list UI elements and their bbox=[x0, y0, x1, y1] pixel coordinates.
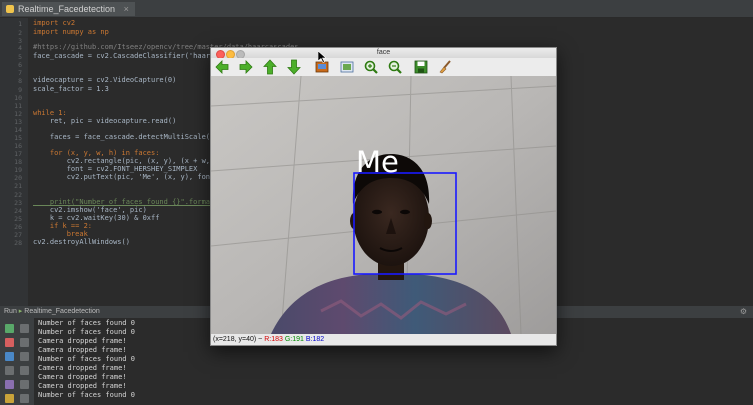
line-number: 24 bbox=[14, 207, 22, 215]
line-number: 22 bbox=[14, 191, 22, 199]
run-toolbar bbox=[0, 318, 34, 405]
code-line-12: while 1: bbox=[33, 109, 67, 117]
code-line-24: cv2.imshow('face', pic) bbox=[33, 206, 147, 214]
console-line: Camera dropped frame! bbox=[38, 337, 127, 345]
close-tab-icon[interactable]: × bbox=[124, 4, 129, 14]
code-line-1: import cv2 bbox=[33, 19, 76, 27]
console-line: Camera dropped frame! bbox=[38, 373, 127, 381]
scroll-up-icon[interactable] bbox=[20, 324, 29, 333]
layout-icon[interactable] bbox=[5, 366, 14, 375]
camera-feed[interactable]: Me bbox=[211, 76, 556, 334]
code-line-26: if k == 2: bbox=[33, 222, 93, 230]
close-panel-icon[interactable] bbox=[20, 394, 29, 403]
gear-icon[interactable]: ⚙ bbox=[740, 306, 747, 318]
stop-icon[interactable] bbox=[5, 338, 14, 347]
brush-icon[interactable] bbox=[437, 59, 453, 75]
status-coords: (x=218, y=40) ~ bbox=[213, 336, 263, 343]
properties-icon[interactable] bbox=[339, 59, 355, 75]
code-line-25: k = cv2.waitKey(30) & 0xff bbox=[33, 214, 160, 222]
zoom-in-icon[interactable] bbox=[363, 59, 379, 75]
console-line: Number of faces found 0 bbox=[38, 355, 135, 363]
rerun-icon[interactable] bbox=[5, 324, 14, 333]
print-icon[interactable] bbox=[20, 366, 29, 375]
code-line-19: font = cv2.FONT_HERSHEY_SIMPLEX bbox=[33, 165, 198, 173]
line-number: 21 bbox=[14, 182, 22, 190]
line-number: 13 bbox=[14, 118, 22, 126]
image-toolbar bbox=[211, 58, 556, 76]
line-number: 18 bbox=[14, 158, 22, 166]
code-line-17: for (x, y, w, h) in faces: bbox=[33, 149, 160, 157]
editor-tab[interactable]: Realtime_Facedetection × bbox=[2, 2, 135, 16]
arrow-left-icon[interactable] bbox=[214, 59, 230, 75]
soft-wrap-icon[interactable] bbox=[20, 352, 29, 361]
arrow-right-icon[interactable] bbox=[238, 59, 254, 75]
status-blue: B:182 bbox=[305, 336, 325, 343]
arrow-down-icon[interactable] bbox=[286, 59, 302, 75]
code-line-28: cv2.destroyAllWindows() bbox=[33, 238, 130, 246]
scroll-down-icon[interactable] bbox=[20, 338, 29, 347]
console-line: Camera dropped frame! bbox=[38, 364, 127, 372]
line-number: 8 bbox=[18, 77, 22, 85]
line-number: 27 bbox=[14, 231, 22, 239]
status-red: R:183 bbox=[264, 336, 283, 343]
code-line-27: break bbox=[33, 230, 88, 238]
save-icon[interactable] bbox=[413, 59, 429, 75]
settings-icon[interactable] bbox=[5, 380, 14, 389]
face-window[interactable]: face Me (x=218, y=40) ~ R:183 G:191 B:18… bbox=[210, 47, 557, 346]
line-number: 11 bbox=[14, 102, 22, 110]
face-label: Me bbox=[356, 145, 399, 179]
webcam-frame-image: Me bbox=[211, 76, 556, 334]
line-number: 9 bbox=[18, 86, 22, 94]
status-green: G:191 bbox=[284, 336, 304, 343]
run-config-icon: ▸ bbox=[18, 308, 23, 315]
line-number: 14 bbox=[14, 126, 22, 134]
window-titlebar[interactable]: face bbox=[211, 48, 556, 59]
line-number: 23 bbox=[14, 199, 22, 207]
console-line: Number of faces found 0 bbox=[38, 391, 135, 399]
run-label: Run bbox=[4, 308, 17, 315]
code-line-13: ret, pic = videocapture.read() bbox=[33, 117, 177, 125]
image-status-bar: (x=218, y=40) ~ R:183 G:191 B:182 bbox=[211, 334, 556, 345]
line-number: 19 bbox=[14, 166, 22, 174]
line-number: 25 bbox=[14, 215, 22, 223]
pause-icon[interactable] bbox=[5, 352, 14, 361]
arrow-up-icon[interactable] bbox=[262, 59, 278, 75]
line-number: 17 bbox=[14, 150, 22, 158]
editor-tab-label: Realtime_Facedetection bbox=[18, 4, 116, 14]
window-title: face bbox=[376, 49, 391, 56]
run-config-name: Realtime_Facedetection bbox=[24, 308, 100, 315]
line-number: 20 bbox=[14, 174, 22, 182]
console-line: Number of faces found 0 bbox=[38, 319, 135, 327]
line-number: 28 bbox=[14, 239, 22, 247]
editor-tab-bar: Realtime_Facedetection × bbox=[0, 0, 753, 18]
line-number: 10 bbox=[14, 94, 22, 102]
line-number: 15 bbox=[14, 134, 22, 142]
pin-icon[interactable] bbox=[5, 394, 14, 403]
line-number: 5 bbox=[18, 53, 22, 61]
line-number: 1 bbox=[18, 20, 22, 28]
code-line-2: import numpy as np bbox=[33, 28, 109, 36]
line-number: 2 bbox=[18, 29, 22, 37]
line-number: 7 bbox=[18, 69, 22, 77]
trash-icon[interactable] bbox=[20, 380, 29, 389]
run-panel-title[interactable]: Run ▸ Realtime_Facedetection bbox=[4, 306, 100, 318]
line-number: 4 bbox=[18, 44, 22, 52]
code-line-9: scale_factor = 1.3 bbox=[33, 85, 109, 93]
line-number: 26 bbox=[14, 223, 22, 231]
code-line-8: videocapture = cv2.VideoCapture(0) bbox=[33, 76, 177, 84]
line-number: 12 bbox=[14, 110, 22, 118]
console-line: Camera dropped frame! bbox=[38, 382, 127, 390]
python-file-icon bbox=[6, 5, 14, 13]
console-line: Camera dropped frame! bbox=[38, 346, 127, 354]
mouse-cursor-icon bbox=[318, 51, 326, 63]
console-line: Number of faces found 0 bbox=[38, 328, 135, 336]
line-number: 6 bbox=[18, 61, 22, 69]
zoom-out-icon[interactable] bbox=[387, 59, 403, 75]
line-number: 16 bbox=[14, 142, 22, 150]
